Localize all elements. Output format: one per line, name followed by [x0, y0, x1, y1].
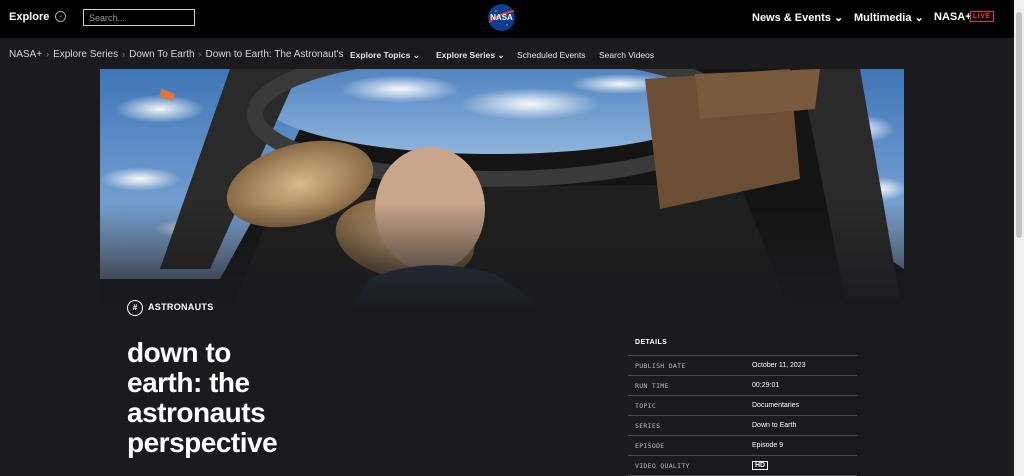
chevron-down-icon: ⌄: [412, 50, 420, 60]
page-title-line: down to: [127, 337, 231, 368]
explore-menu[interactable]: Explore: [9, 11, 49, 23]
chevron-down-icon: ⌄: [497, 50, 505, 60]
chevron-down-icon[interactable]: ⌄: [55, 11, 66, 22]
detail-value[interactable]: Down to Earth: [752, 422, 796, 429]
scrollbar-thumb[interactable]: [1016, 12, 1022, 238]
detail-key: RUN TIME: [635, 382, 669, 390]
topic-tag[interactable]: ASTRONAUTS: [148, 302, 214, 312]
detail-row: VIDEO QUALITY HD: [628, 456, 857, 476]
nav-nasa-plus[interactable]: NASA+: [934, 11, 972, 23]
chevron-right-icon: ›: [198, 49, 202, 59]
detail-row: RUN TIME 00:29:01: [628, 376, 857, 396]
detail-row: TOPIC Documentaries: [628, 396, 857, 416]
subnav-scheduled-events[interactable]: Scheduled Events: [517, 50, 586, 60]
subnav-search-videos[interactable]: Search Videos: [599, 50, 654, 60]
breadcrumb-current: Down to Earth: The Astronaut's Perspecti…: [205, 49, 345, 60]
page-title-line: astronauts: [127, 397, 266, 428]
nav-multimedia[interactable]: Multimedia ⌄: [854, 11, 924, 24]
subnav-explore-series[interactable]: Explore Series ⌄: [436, 50, 505, 61]
nasa-logo[interactable]: NASA: [486, 3, 517, 32]
details-panel: DETAILS PUBLISH DATE October 11, 2023 RUN…: [628, 336, 857, 476]
detail-key: EPISODE: [635, 442, 665, 450]
breadcrumb-item[interactable]: Explore Series: [53, 49, 118, 60]
detail-key: TOPIC: [635, 402, 657, 410]
search-input[interactable]: [83, 9, 195, 26]
hashtag-icon: #: [127, 300, 143, 316]
detail-value: Episode 9: [752, 442, 784, 449]
chevron-down-icon: ⌄: [914, 12, 924, 24]
scrollbar[interactable]: [1014, 0, 1024, 476]
chevron-right-icon: ›: [122, 49, 126, 59]
detail-key: VIDEO QUALITY: [635, 462, 690, 470]
detail-value: 00:29:01: [752, 382, 780, 389]
details-heading: DETAILS: [628, 336, 857, 356]
hero-image: [100, 69, 904, 312]
hd-badge: HD: [752, 461, 769, 470]
page-title-line: perspective: [127, 427, 278, 458]
detail-row: SERIES Down to Earth: [628, 416, 857, 436]
detail-key: PUBLISH DATE: [635, 362, 686, 370]
detail-value: October 11, 2023: [752, 362, 806, 369]
chevron-right-icon: ›: [46, 49, 50, 59]
live-badge[interactable]: LIVE: [970, 11, 994, 22]
page-title-line: earth: the: [127, 367, 250, 398]
breadcrumb-item[interactable]: Down To Earth: [129, 49, 194, 60]
detail-row: EPISODE Episode 9: [628, 436, 857, 456]
subnav-explore-topics[interactable]: Explore Topics ⌄: [350, 50, 420, 61]
breadcrumb: NASA+ › Explore Series › Down To Earth › Down …: [9, 49, 345, 60]
breadcrumb-item[interactable]: NASA+: [9, 49, 42, 60]
nav-news-events[interactable]: News & Events ⌄: [752, 11, 843, 24]
detail-row: PUBLISH DATE October 11, 2023: [628, 356, 857, 376]
detail-key: SERIES: [635, 422, 661, 430]
detail-value[interactable]: Documentaries: [752, 402, 799, 409]
logo-text: NASA: [490, 13, 513, 22]
chevron-down-icon: ⌄: [833, 12, 844, 24]
